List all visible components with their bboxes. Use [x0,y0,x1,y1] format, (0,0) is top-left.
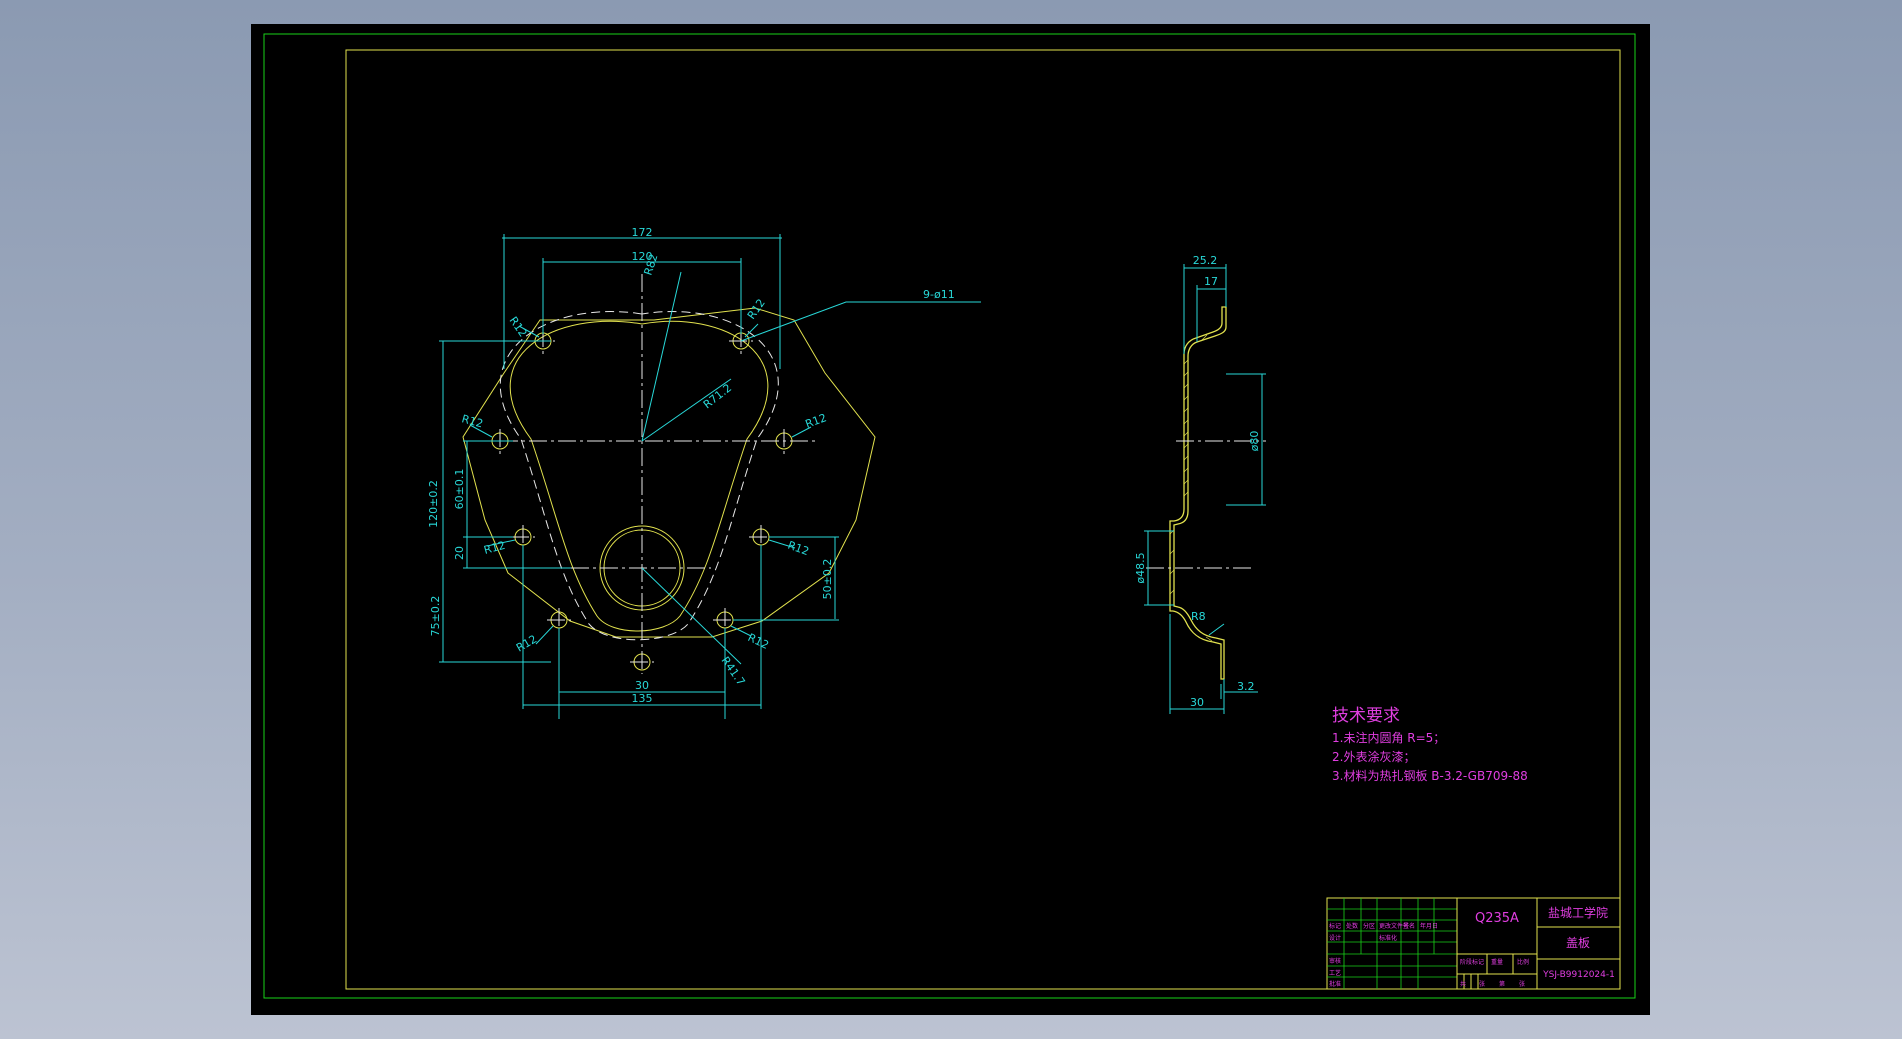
title-block: Q235A 盐城工学院 盖板 YSJ-B9912024-1 标记 处数 分区 更… [1326,897,1621,990]
plate-outline [462,307,876,638]
dim-20: 20 [453,546,466,560]
side-profile [1169,306,1227,680]
inner-border [345,49,1621,990]
dim-r71: R71.2 [701,381,734,411]
dim-r41: R41.7 [719,654,748,688]
tech-heading: 技术要求 [1332,706,1400,726]
dim-120-tol: 120±0.2 [427,480,440,528]
dim-r12: R12 [786,539,811,559]
side-label: 审核 [1329,957,1341,965]
dim-135: 135 [632,692,653,705]
rev-label: 标记 [1329,922,1341,930]
cad-drawing: 172 120 R82 R71.2 9-ø11 R12 R12 R12 R12 … [263,33,1636,999]
dim-17: 17 [1204,275,1218,288]
drawing-number: YSJ-B9912024-1 [1542,970,1615,980]
side-label: 设计 [1329,934,1341,942]
side-label: 工艺 [1329,969,1341,977]
rev-label: 签名 [1403,922,1415,930]
technical-requirements: 技术要求 1.未注内圆角 R=5； 2.外表涂灰漆； 3.材料为热扎钢板 B-3… [1332,706,1528,783]
stage-label: 阶段标记 [1460,958,1484,966]
dim-d48-5: ø48.5 [1134,552,1147,583]
sheet-label: 张 [1519,980,1525,988]
tech-line-2: 2.外表涂灰漆； [1332,749,1415,764]
school-name: 盐城工学院 [1548,905,1608,920]
section-hatch [1169,334,1213,642]
sheet-label: 张 [1479,980,1485,988]
sheet-label: 第 [1499,980,1505,988]
tech-line-1: 1.未注内圆角 R=5； [1332,730,1445,745]
part-name: 盖板 [1566,936,1590,950]
dim-75-tol: 75±0.2 [429,596,442,637]
dim-r12: R12 [482,539,506,557]
side-view: 25.2 17 ø80 ø48.5 R8 3.2 30 [1134,254,1266,714]
dim-30: 30 [635,679,649,692]
side-dimensions [1144,264,1266,714]
dim-r12: R12 [804,411,829,431]
dim-r12: R12 [746,631,771,652]
front-view: 172 120 R82 R71.2 9-ø11 R12 R12 R12 R12 … [427,226,981,719]
dim-d80: ø80 [1248,431,1261,452]
rev-label: 处数 [1346,922,1358,930]
dim-25-2: 25.2 [1193,254,1218,267]
dim-60-tol: 60±0.1 [453,469,466,510]
dim-r12: R12 [745,297,768,322]
dim-r12: R12 [460,412,484,430]
drawing-sheet: 172 120 R82 R71.2 9-ø11 R12 R12 R12 R12 … [251,24,1650,1015]
outer-border [263,33,1636,999]
flange-hidden-line [499,311,779,641]
rev-label: 分区 [1363,922,1375,930]
stage-label: 重量 [1491,958,1503,966]
dim-r12: R12 [514,633,539,655]
sheet-label: 共 [1460,980,1466,988]
dim-172: 172 [632,226,653,239]
dim-r8: R8 [1191,610,1206,623]
material-label: Q235A [1475,911,1519,926]
side-label: 标准化 [1379,934,1397,942]
flange-inner-solid [509,320,769,632]
dim-30-side: 30 [1190,696,1204,709]
rev-label: 年月日 [1420,922,1438,930]
stage-label: 比例 [1517,958,1529,966]
side-label: 批准 [1329,980,1341,988]
dim-hole-note: 9-ø11 [923,288,955,301]
tech-line-3: 3.材料为热扎钢板 B-3.2-GB709-88 [1332,769,1528,783]
dim-3-2: 3.2 [1237,680,1255,693]
dim-50-tol: 50±0.2 [821,559,834,600]
